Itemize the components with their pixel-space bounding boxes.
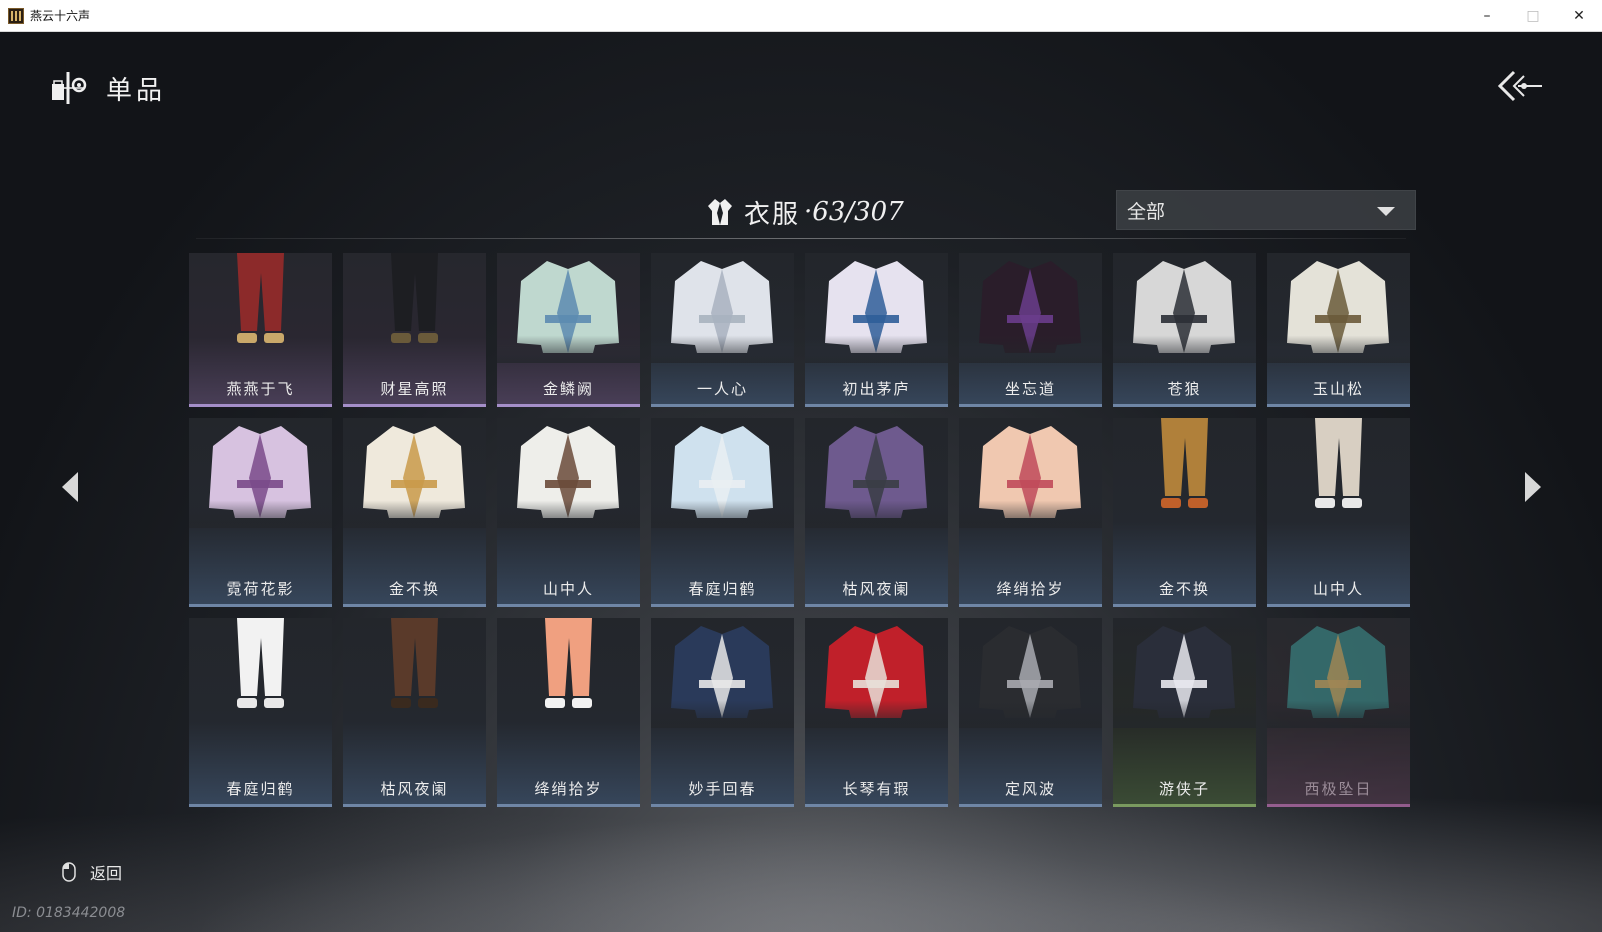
outfit-name: 燕燕于飞 xyxy=(226,380,295,398)
outfit-card[interactable]: 霓荷花影 xyxy=(189,418,332,607)
outfit-name: 霓荷花影 xyxy=(226,580,295,598)
outfit-image xyxy=(1315,418,1362,508)
outfit-card[interactable]: 山中人 xyxy=(1267,418,1410,607)
wardrobe-icon xyxy=(52,72,87,104)
category-header: 衣服 ·63/307 xyxy=(706,192,904,232)
outfit-image xyxy=(959,253,1102,363)
outfit-card[interactable]: 苍狼 xyxy=(1113,253,1256,407)
robe-icon xyxy=(708,199,732,225)
outfit-image xyxy=(1113,253,1256,363)
outfit-name: 初出茅庐 xyxy=(842,380,911,398)
outfit-card[interactable]: 一人心 xyxy=(651,253,794,407)
outfit-name: 玉山松 xyxy=(1312,380,1364,398)
outfit-name: 财星高照 xyxy=(380,380,449,398)
outfit-card[interactable]: 西极坠日 xyxy=(1267,618,1410,807)
outfit-image xyxy=(237,253,284,343)
filter-selected-value: 全部 xyxy=(1127,200,1166,223)
outfit-image xyxy=(1113,618,1256,728)
double-chevron-back-icon[interactable] xyxy=(1494,68,1544,104)
outfit-image xyxy=(1267,618,1410,728)
outfit-name: 春庭归鹤 xyxy=(688,580,757,598)
outfit-card[interactable]: 初出茅庐 xyxy=(805,253,948,407)
outfit-image xyxy=(497,418,640,528)
outfit-image xyxy=(391,253,438,343)
outfit-card[interactable]: 春庭归鹤 xyxy=(651,418,794,607)
outfit-name: 苍狼 xyxy=(1167,380,1202,398)
app-icon xyxy=(8,7,24,24)
outfit-name: 长琴有瑕 xyxy=(842,780,911,798)
outfit-card[interactable]: 枯风夜阑 xyxy=(343,618,486,807)
outfit-image xyxy=(545,618,592,708)
outfit-name: 妙手回春 xyxy=(688,780,757,798)
filter-dropdown[interactable]: 全部 xyxy=(1116,190,1416,230)
category-label: 衣服 xyxy=(744,199,801,230)
outfit-name: 定风波 xyxy=(1004,780,1056,798)
outfit-image xyxy=(391,618,438,708)
back-hint-label: 返回 xyxy=(90,864,123,883)
outfit-image xyxy=(959,618,1102,728)
title-bar: 燕云十六声 – □ ✕ xyxy=(0,0,1602,32)
outfit-name: 坐忘道 xyxy=(1004,380,1056,398)
outfit-name: 绛绡拾岁 xyxy=(996,580,1065,598)
back-hint[interactable]: 返回 xyxy=(62,860,122,884)
outfit-card[interactable]: 山中人 xyxy=(497,418,640,607)
close-button[interactable]: ✕ xyxy=(1556,0,1602,31)
game-window: 燕云十六声 – □ ✕ 单品 衣服 ·63/307 全部 燕燕于飞 财星高照 金… xyxy=(0,0,1602,932)
outfit-name: 金鳞阙 xyxy=(542,380,594,398)
category-count: ·63/307 xyxy=(804,197,904,227)
maximize-button[interactable]: □ xyxy=(1510,0,1556,31)
outfit-card[interactable]: 春庭归鹤 xyxy=(189,618,332,807)
outfit-card[interactable]: 金鳞阙 xyxy=(497,253,640,407)
arrow-right-icon[interactable] xyxy=(1523,470,1543,504)
outfit-card[interactable]: 坐忘道 xyxy=(959,253,1102,407)
outfit-name: 春庭归鹤 xyxy=(226,780,295,798)
outfit-name: 西极坠日 xyxy=(1304,780,1373,798)
outfit-card[interactable]: 妙手回春 xyxy=(651,618,794,807)
outfit-image xyxy=(805,418,948,528)
category-divider xyxy=(196,238,1406,239)
outfit-image xyxy=(237,618,284,708)
outfit-card[interactable]: 玉山松 xyxy=(1267,253,1410,407)
arrow-left-icon[interactable] xyxy=(60,470,80,504)
outfit-card[interactable]: 长琴有瑕 xyxy=(805,618,948,807)
outfit-name: 山中人 xyxy=(1312,580,1364,598)
outfit-card[interactable]: 财星高照 xyxy=(343,253,486,407)
minimize-button[interactable]: – xyxy=(1464,0,1510,31)
outfit-card[interactable]: 游侠子 xyxy=(1113,618,1256,807)
outfit-image xyxy=(497,253,640,363)
outfit-name: 金不换 xyxy=(388,580,440,598)
outfit-image xyxy=(805,253,948,363)
caret-down-icon xyxy=(1377,207,1395,216)
outfit-image xyxy=(343,418,486,528)
outfit-card[interactable]: 枯风夜阑 xyxy=(805,418,948,607)
outfit-image xyxy=(1161,418,1208,508)
outfit-name: 游侠子 xyxy=(1158,780,1210,798)
outfit-image xyxy=(651,418,794,528)
outfit-image xyxy=(959,418,1102,528)
outfit-image xyxy=(651,253,794,363)
outfit-grid: 燕燕于飞 财星高照 金鳞阙 一人心 初出茅庐 坐忘道 苍狼 玉山松 霓荷花影 金不换 山中人 春庭归鹤… xyxy=(189,253,1410,807)
page-title: 单品 xyxy=(106,76,167,106)
outfit-image xyxy=(805,618,948,728)
outfit-name: 一人心 xyxy=(696,380,748,398)
window-controls: – □ ✕ xyxy=(1464,0,1602,31)
outfit-name: 金不换 xyxy=(1158,580,1210,598)
mouse-icon xyxy=(62,862,76,882)
outfit-card[interactable]: 金不换 xyxy=(1113,418,1256,607)
outfit-image xyxy=(189,418,332,528)
outfit-card[interactable]: 绛绡拾岁 xyxy=(959,418,1102,607)
outfit-name: 枯风夜阑 xyxy=(380,780,449,798)
outfit-card[interactable]: 燕燕于飞 xyxy=(189,253,332,407)
outfit-card[interactable]: 定风波 xyxy=(959,618,1102,807)
outfit-name: 绛绡拾岁 xyxy=(534,780,603,798)
outfit-image xyxy=(1267,253,1410,363)
outfit-name: 山中人 xyxy=(542,580,594,598)
outfit-card[interactable]: 绛绡拾岁 xyxy=(497,618,640,807)
outfit-card[interactable]: 金不换 xyxy=(343,418,486,607)
player-id: ID: 0183442008 xyxy=(12,905,126,921)
outfit-image xyxy=(651,618,794,728)
window-title: 燕云十六声 xyxy=(30,9,91,23)
outfit-name: 枯风夜阑 xyxy=(842,580,911,598)
